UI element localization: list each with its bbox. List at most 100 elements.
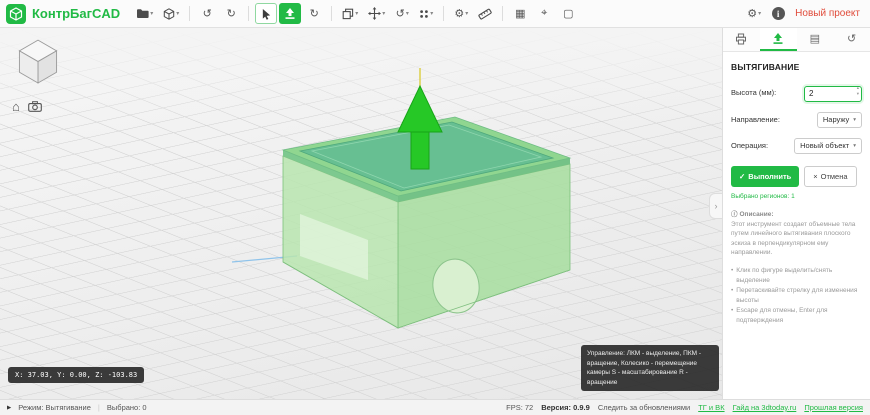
measure-tool-button[interactable] bbox=[474, 3, 496, 24]
tab-history[interactable]: ↺ bbox=[833, 28, 870, 51]
frame-icon: ▢ bbox=[563, 7, 573, 20]
info-icon: i bbox=[772, 7, 785, 20]
toolbar-separator bbox=[502, 6, 503, 21]
bullet-icon: • bbox=[731, 286, 733, 306]
height-label: Высота (мм): bbox=[731, 88, 776, 97]
viewport-3d[interactable]: ⌂ X: 37.03, Y: 0.00, Z: -103.83 Управлен… bbox=[0, 28, 722, 399]
check-icon: ✓ bbox=[739, 172, 745, 181]
toolbar-separator bbox=[189, 6, 190, 21]
guide-link[interactable]: Гайд на 3dtoday.ru bbox=[733, 403, 797, 412]
select-tool-button[interactable] bbox=[255, 3, 277, 24]
folder-icon bbox=[136, 8, 149, 19]
tool-settings-button[interactable]: ⚙ ▾ bbox=[450, 3, 472, 24]
selected-regions-note: Выбрано регионов: 1 bbox=[731, 193, 862, 200]
horizon-fade bbox=[0, 28, 722, 123]
view-cube[interactable] bbox=[8, 33, 68, 93]
description-text: Этот инструмент создает объемные тела пу… bbox=[731, 220, 862, 258]
direction-select[interactable]: Наружу ▾ bbox=[817, 112, 862, 128]
primitives-menu-button[interactable]: ▾ bbox=[159, 3, 183, 24]
new-project-button[interactable]: Новый проект bbox=[791, 8, 864, 19]
hint-line: Escape для отмены, Enter для подтвержден… bbox=[736, 306, 862, 326]
height-input[interactable] bbox=[804, 86, 862, 102]
status-separator: | bbox=[98, 403, 100, 412]
bullet-icon: • bbox=[731, 266, 733, 286]
cancel-label: Отмена bbox=[821, 172, 848, 181]
home-icon: ⌂ bbox=[12, 100, 20, 113]
telegram-vk-link[interactable]: ТГ и ВК bbox=[698, 403, 724, 412]
gear-icon: ⚙ bbox=[454, 7, 464, 20]
app-title: КонтрБагCAD bbox=[32, 6, 120, 21]
description-label: Описание: bbox=[740, 210, 774, 219]
frame-toggle-button[interactable]: ▢ bbox=[557, 3, 579, 24]
tool-hints: •Клик по фигуре выделить/снять выделение… bbox=[731, 266, 862, 326]
chevron-down-icon: ▾ bbox=[150, 11, 153, 17]
chevron-down-icon: ▾ bbox=[406, 11, 409, 17]
action-buttons: ✓ Выполнить × Отмена bbox=[731, 166, 862, 187]
tool-description: ⓘ Описание: Этот инструмент создает объе… bbox=[731, 210, 862, 258]
history-icon: ↺ bbox=[847, 32, 856, 45]
app-window: КонтрБагCAD ▾ ▾ ↺ ↻ bbox=[0, 0, 870, 415]
tab-extrude[interactable] bbox=[760, 28, 797, 51]
scene-3d[interactable] bbox=[0, 28, 722, 399]
cube-logo-icon bbox=[9, 7, 23, 21]
redo-icon: ↻ bbox=[227, 7, 236, 20]
orbit-icon: ↻ bbox=[310, 7, 319, 20]
extrude-tab-icon bbox=[772, 32, 784, 45]
pattern-dots-icon bbox=[419, 9, 429, 19]
operation-label: Операция: bbox=[731, 141, 768, 150]
move-tool-button[interactable]: ▾ bbox=[364, 3, 389, 24]
rotate-tool-button[interactable]: ↺ ▾ bbox=[391, 3, 413, 24]
file-menu-button[interactable]: ▾ bbox=[132, 3, 157, 24]
toolbar-separator bbox=[248, 6, 249, 21]
extrude-tool-button[interactable] bbox=[279, 3, 301, 24]
grid-toggle-button[interactable]: ▦ bbox=[509, 3, 531, 24]
info-button[interactable]: i bbox=[767, 3, 789, 24]
cross-icon: × bbox=[813, 172, 817, 181]
tab-layers[interactable]: ▤ bbox=[797, 28, 834, 51]
gear-icon: ⚙ bbox=[747, 7, 757, 20]
version-label: Версия: 0.9.9 bbox=[541, 403, 590, 412]
pattern-tool-button[interactable]: ▾ bbox=[415, 3, 437, 24]
chevron-right-icon: › bbox=[715, 201, 718, 211]
previous-version-link[interactable]: Прошлая версия bbox=[804, 403, 863, 412]
orbit-tool-button[interactable]: ↻ bbox=[303, 3, 325, 24]
toolbar-separator bbox=[331, 6, 332, 21]
grid-icon: ▦ bbox=[515, 7, 525, 20]
redo-button[interactable]: ↻ bbox=[220, 3, 242, 24]
copy-tool-button[interactable]: ▾ bbox=[338, 3, 362, 24]
panel-title: ВЫТЯГИВАНИЕ bbox=[731, 62, 862, 72]
home-view-button[interactable]: ⌂ bbox=[12, 100, 20, 113]
status-bar: ▶ Режим: Вытягивание | Выбрано: 0 FPS: 7… bbox=[0, 399, 870, 415]
status-right: FPS: 72 Версия: 0.9.9 Следить за обновле… bbox=[506, 403, 863, 412]
app-logo bbox=[6, 4, 26, 24]
target-icon: ⌖ bbox=[541, 7, 547, 20]
camera-icon bbox=[28, 101, 42, 112]
panel-collapse-button[interactable]: › bbox=[709, 193, 722, 219]
chevron-down-icon: ▾ bbox=[382, 11, 385, 17]
fps-counter: FPS: 72 bbox=[506, 403, 533, 412]
controls-hint-tooltip: Управление: ЛКМ - выделение, ПКМ - враще… bbox=[581, 345, 719, 391]
chevron-down-icon: ▾ bbox=[853, 117, 856, 123]
bullet-icon: • bbox=[731, 306, 733, 326]
chevron-down-icon: ▾ bbox=[355, 11, 358, 17]
coordinates-readout: X: 37.03, Y: 0.00, Z: -103.83 bbox=[8, 367, 144, 383]
execute-button[interactable]: ✓ Выполнить bbox=[731, 166, 799, 187]
tab-print[interactable] bbox=[723, 28, 760, 51]
operation-select[interactable]: Новый объект ▾ bbox=[794, 138, 862, 154]
origin-toggle-button[interactable]: ⌖ bbox=[533, 3, 555, 24]
copy-icon bbox=[342, 8, 354, 20]
extrude-icon bbox=[284, 7, 296, 20]
hint-line: Перетаскивайте стрелку для изменения выс… bbox=[736, 286, 862, 306]
undo-icon: ↺ bbox=[203, 7, 212, 20]
chevron-down-icon: ▾ bbox=[430, 11, 433, 17]
camera-view-button[interactable] bbox=[28, 101, 42, 112]
printer-icon bbox=[735, 33, 747, 45]
chevron-down-icon: ▾ bbox=[176, 11, 179, 17]
height-stepper[interactable]: ▴ ▾ bbox=[857, 85, 859, 96]
cancel-button[interactable]: × Отмена bbox=[804, 166, 856, 187]
spin-down-icon[interactable]: ▾ bbox=[857, 91, 859, 97]
operation-row: Операция: Новый объект ▾ bbox=[731, 138, 862, 154]
app-settings-button[interactable]: ⚙ ▾ bbox=[743, 3, 765, 24]
undo-button[interactable]: ↺ bbox=[196, 3, 218, 24]
direction-row: Направление: Наружу ▾ bbox=[731, 112, 862, 128]
